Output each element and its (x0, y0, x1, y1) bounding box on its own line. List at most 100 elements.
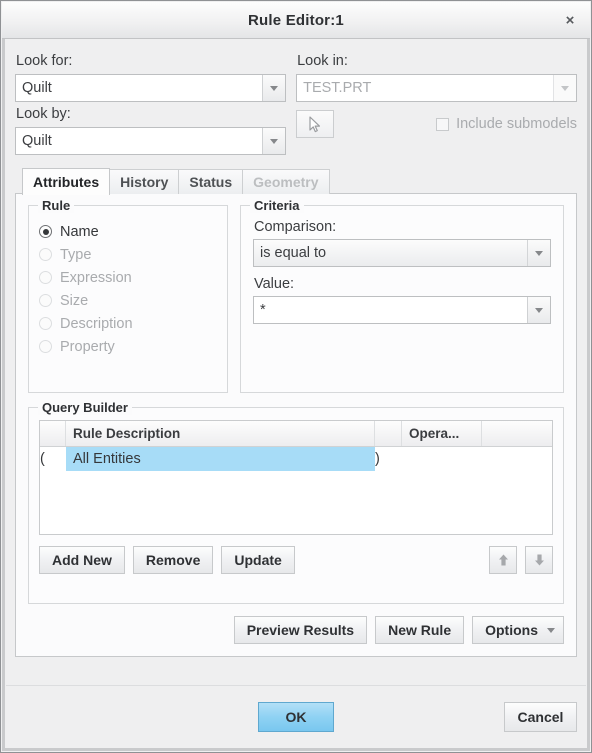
move-up-button[interactable] (489, 546, 517, 574)
picker-row: Include submodels (296, 109, 577, 139)
tab-status[interactable]: Status (178, 169, 244, 194)
close-icon[interactable]: × (560, 10, 580, 30)
query-builder-groupbox: Query Builder Rule Description Opera... … (28, 400, 564, 604)
look-for-dropdown-button[interactable] (262, 75, 286, 101)
select-entity-button[interactable] (296, 110, 335, 138)
radio-option-property: Property (39, 335, 217, 358)
comparison-value: is equal to (260, 245, 327, 261)
include-submodels-row[interactable]: Include submodels (436, 116, 577, 132)
radio-icon (39, 317, 52, 330)
look-for-label: Look for: (16, 53, 73, 69)
look-for-combobox[interactable]: Quilt (15, 74, 287, 102)
cell-close-paren: ) (375, 451, 380, 467)
look-by-combobox[interactable]: Quilt (15, 127, 287, 155)
look-by-dropdown-button[interactable] (262, 128, 286, 154)
tab-history[interactable]: History (109, 169, 180, 194)
look-by-value: Quilt (22, 133, 52, 149)
column-header-open-paren[interactable] (40, 421, 66, 446)
action-buttons-row: Preview Results New Rule Options (28, 616, 564, 644)
value-combobox[interactable]: * (253, 296, 551, 324)
cell-open-paren: ( (40, 451, 45, 467)
radio-icon[interactable] (39, 225, 52, 238)
column-header-operator[interactable]: Opera... (402, 421, 482, 446)
criteria-groupbox: Criteria Comparison: is equal to Value: … (240, 198, 564, 393)
cell-rule-description[interactable]: All Entities (66, 447, 375, 471)
rule-groupbox: Rule Name Type Expression Size Descripti… (28, 198, 228, 393)
query-builder-table[interactable]: Rule Description Opera... ( All Entities… (39, 420, 553, 535)
tab-bar: Attributes History Status Geometry (15, 168, 577, 195)
chevron-down-icon (561, 85, 569, 91)
search-right-column: Look in: TEST.PRT Include submodels (296, 49, 577, 155)
dialog-content: Look for: Quilt Look by: Quilt Look in: (1, 39, 591, 685)
look-for-value: Quilt (22, 80, 52, 96)
rule-legend: Rule (38, 198, 75, 213)
arrow-down-icon (534, 554, 544, 566)
comparison-label: Comparison: (254, 219, 337, 235)
cancel-button[interactable]: Cancel (504, 701, 577, 732)
radio-label: Expression (60, 269, 132, 286)
radio-icon (39, 248, 52, 261)
look-in-dropdown-button (553, 75, 576, 101)
tab-attributes[interactable]: Attributes (22, 168, 111, 195)
options-label: Options (485, 622, 538, 638)
update-button[interactable]: Update (221, 546, 295, 574)
radio-option-expression: Expression (39, 266, 217, 289)
radio-option-description: Description (39, 312, 217, 335)
radio-label: Size (60, 292, 89, 309)
chevron-down-icon (547, 627, 555, 633)
value-label: Value: (254, 276, 295, 292)
tab-geometry: Geometry (242, 169, 330, 194)
title-bar: Rule Editor:1 × (2, 2, 590, 39)
comparison-select[interactable]: is equal to (253, 239, 551, 267)
rule-editor-dialog: Rule Editor:1 × Look for: Quilt Look by:… (0, 0, 592, 753)
radio-label: Property (60, 338, 115, 355)
arrow-up-icon (498, 554, 508, 566)
options-button[interactable]: Options (472, 616, 564, 644)
radio-label: Description (60, 315, 133, 332)
chevron-down-icon (270, 85, 279, 91)
chevron-down-icon (270, 138, 279, 144)
cursor-arrow-icon (309, 115, 320, 132)
criteria-spacer (253, 267, 551, 276)
look-by-label: Look by: (16, 106, 71, 122)
radio-option-size: Size (39, 289, 217, 312)
new-rule-button[interactable]: New Rule (375, 616, 465, 644)
rule-criteria-row: Rule Name Type Expression Size Descripti… (28, 198, 564, 393)
radio-label: Type (60, 246, 92, 263)
search-fields: Look for: Quilt Look by: Quilt Look in: (15, 49, 577, 155)
ok-button[interactable]: OK (258, 701, 334, 732)
remove-button[interactable]: Remove (132, 546, 214, 574)
radio-option-name[interactable]: Name (39, 220, 217, 243)
cell-extra (482, 447, 552, 471)
radio-icon (39, 271, 52, 284)
chevron-down-icon (535, 307, 543, 313)
column-header-extra[interactable] (482, 421, 552, 446)
table-body: ( All Entities ) (40, 447, 552, 534)
value-input[interactable]: * (254, 297, 527, 323)
radio-option-type: Type (39, 243, 217, 266)
search-left-column: Look for: Quilt Look by: Quilt (15, 49, 287, 155)
value-dropdown-button[interactable] (527, 297, 550, 323)
table-row[interactable]: ( All Entities ) (40, 447, 552, 471)
preview-results-button[interactable]: Preview Results (233, 616, 368, 644)
column-header-close-paren[interactable] (375, 421, 402, 446)
window-title: Rule Editor:1 (248, 11, 344, 29)
radio-icon (39, 340, 52, 353)
table-header-row: Rule Description Opera... (40, 421, 552, 447)
column-header-rule-description[interactable]: Rule Description (66, 421, 375, 446)
move-down-button[interactable] (525, 546, 553, 574)
chevron-down-icon (535, 250, 543, 256)
query-builder-legend: Query Builder (38, 400, 132, 415)
add-new-button[interactable]: Add New (39, 546, 125, 574)
look-in-combobox: TEST.PRT (296, 74, 577, 102)
radio-label: Name (60, 223, 99, 240)
include-submodels-label: Include submodels (456, 116, 577, 132)
query-builder-buttons: Add New Remove Update (39, 546, 553, 574)
look-in-value: TEST.PRT (303, 80, 372, 96)
attributes-tab-panel: Rule Name Type Expression Size Descripti… (15, 193, 577, 657)
radio-icon (39, 294, 52, 307)
cell-operator (402, 447, 482, 471)
look-in-label: Look in: (297, 53, 348, 69)
comparison-dropdown-button[interactable] (527, 240, 550, 266)
include-submodels-checkbox[interactable] (436, 117, 450, 131)
